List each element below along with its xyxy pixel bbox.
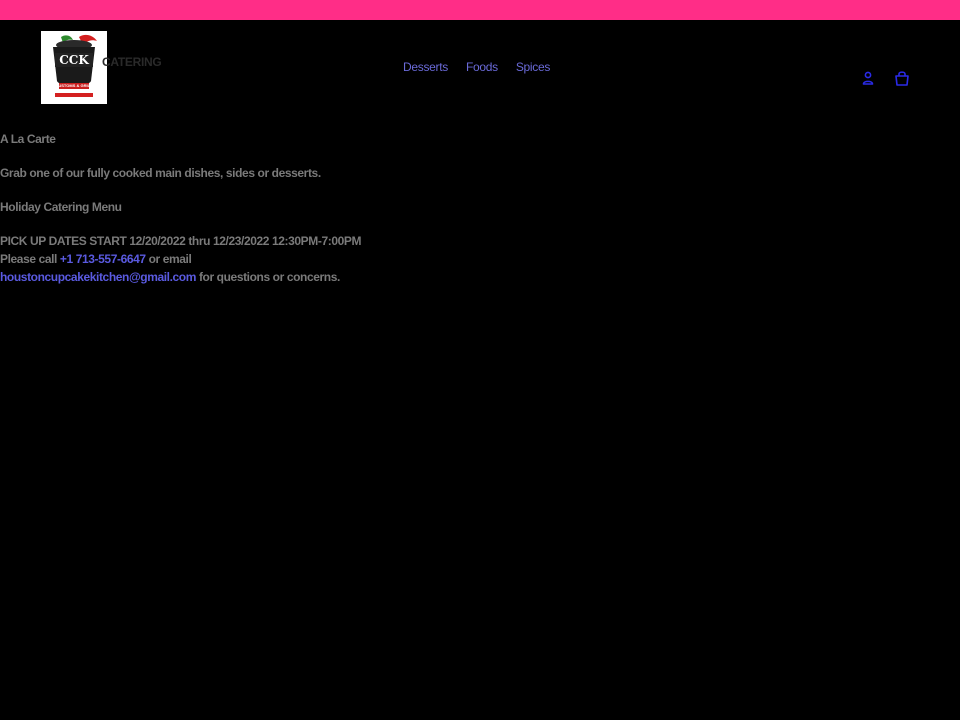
email-suffix: for questions or concerns. xyxy=(196,270,340,284)
account-icon[interactable] xyxy=(860,70,876,86)
nav-item-foods[interactable]: Foods xyxy=(466,60,498,74)
menu-title: Holiday Catering Menu xyxy=(0,200,122,214)
logo-image xyxy=(41,31,107,104)
page-title: A La Carte xyxy=(0,132,56,146)
nav-item-desserts[interactable]: Desserts xyxy=(403,60,448,74)
page-description: Grab one of our fully cooked main dishes… xyxy=(0,166,321,180)
site-name: CATERING xyxy=(102,55,162,69)
nav-item-spices[interactable]: Spices xyxy=(516,60,551,74)
logo[interactable]: CCK CUSTOMS & GRILL xyxy=(41,31,107,104)
contact-line: Please call +1 713-557-6647 or email xyxy=(0,250,192,268)
pickup-dates: PICK UP DATES START 12/20/2022 thru 12/2… xyxy=(0,234,362,248)
cart-icon[interactable] xyxy=(894,70,910,86)
logo-text: CCK xyxy=(59,53,89,67)
call-suffix: or email xyxy=(145,252,192,266)
email-line: houstoncupcakekitchen@gmail.com for ques… xyxy=(0,268,340,286)
logo-tagline: CUSTOMS & GRILL xyxy=(55,83,93,88)
main-nav: Desserts Foods Spices xyxy=(403,60,550,74)
email-link[interactable]: houstoncupcakekitchen@gmail.com xyxy=(0,270,196,284)
call-prefix: Please call xyxy=(0,252,60,266)
announcement-bar xyxy=(0,0,960,20)
phone-link[interactable]: +1 713-557-6647 xyxy=(60,252,146,266)
